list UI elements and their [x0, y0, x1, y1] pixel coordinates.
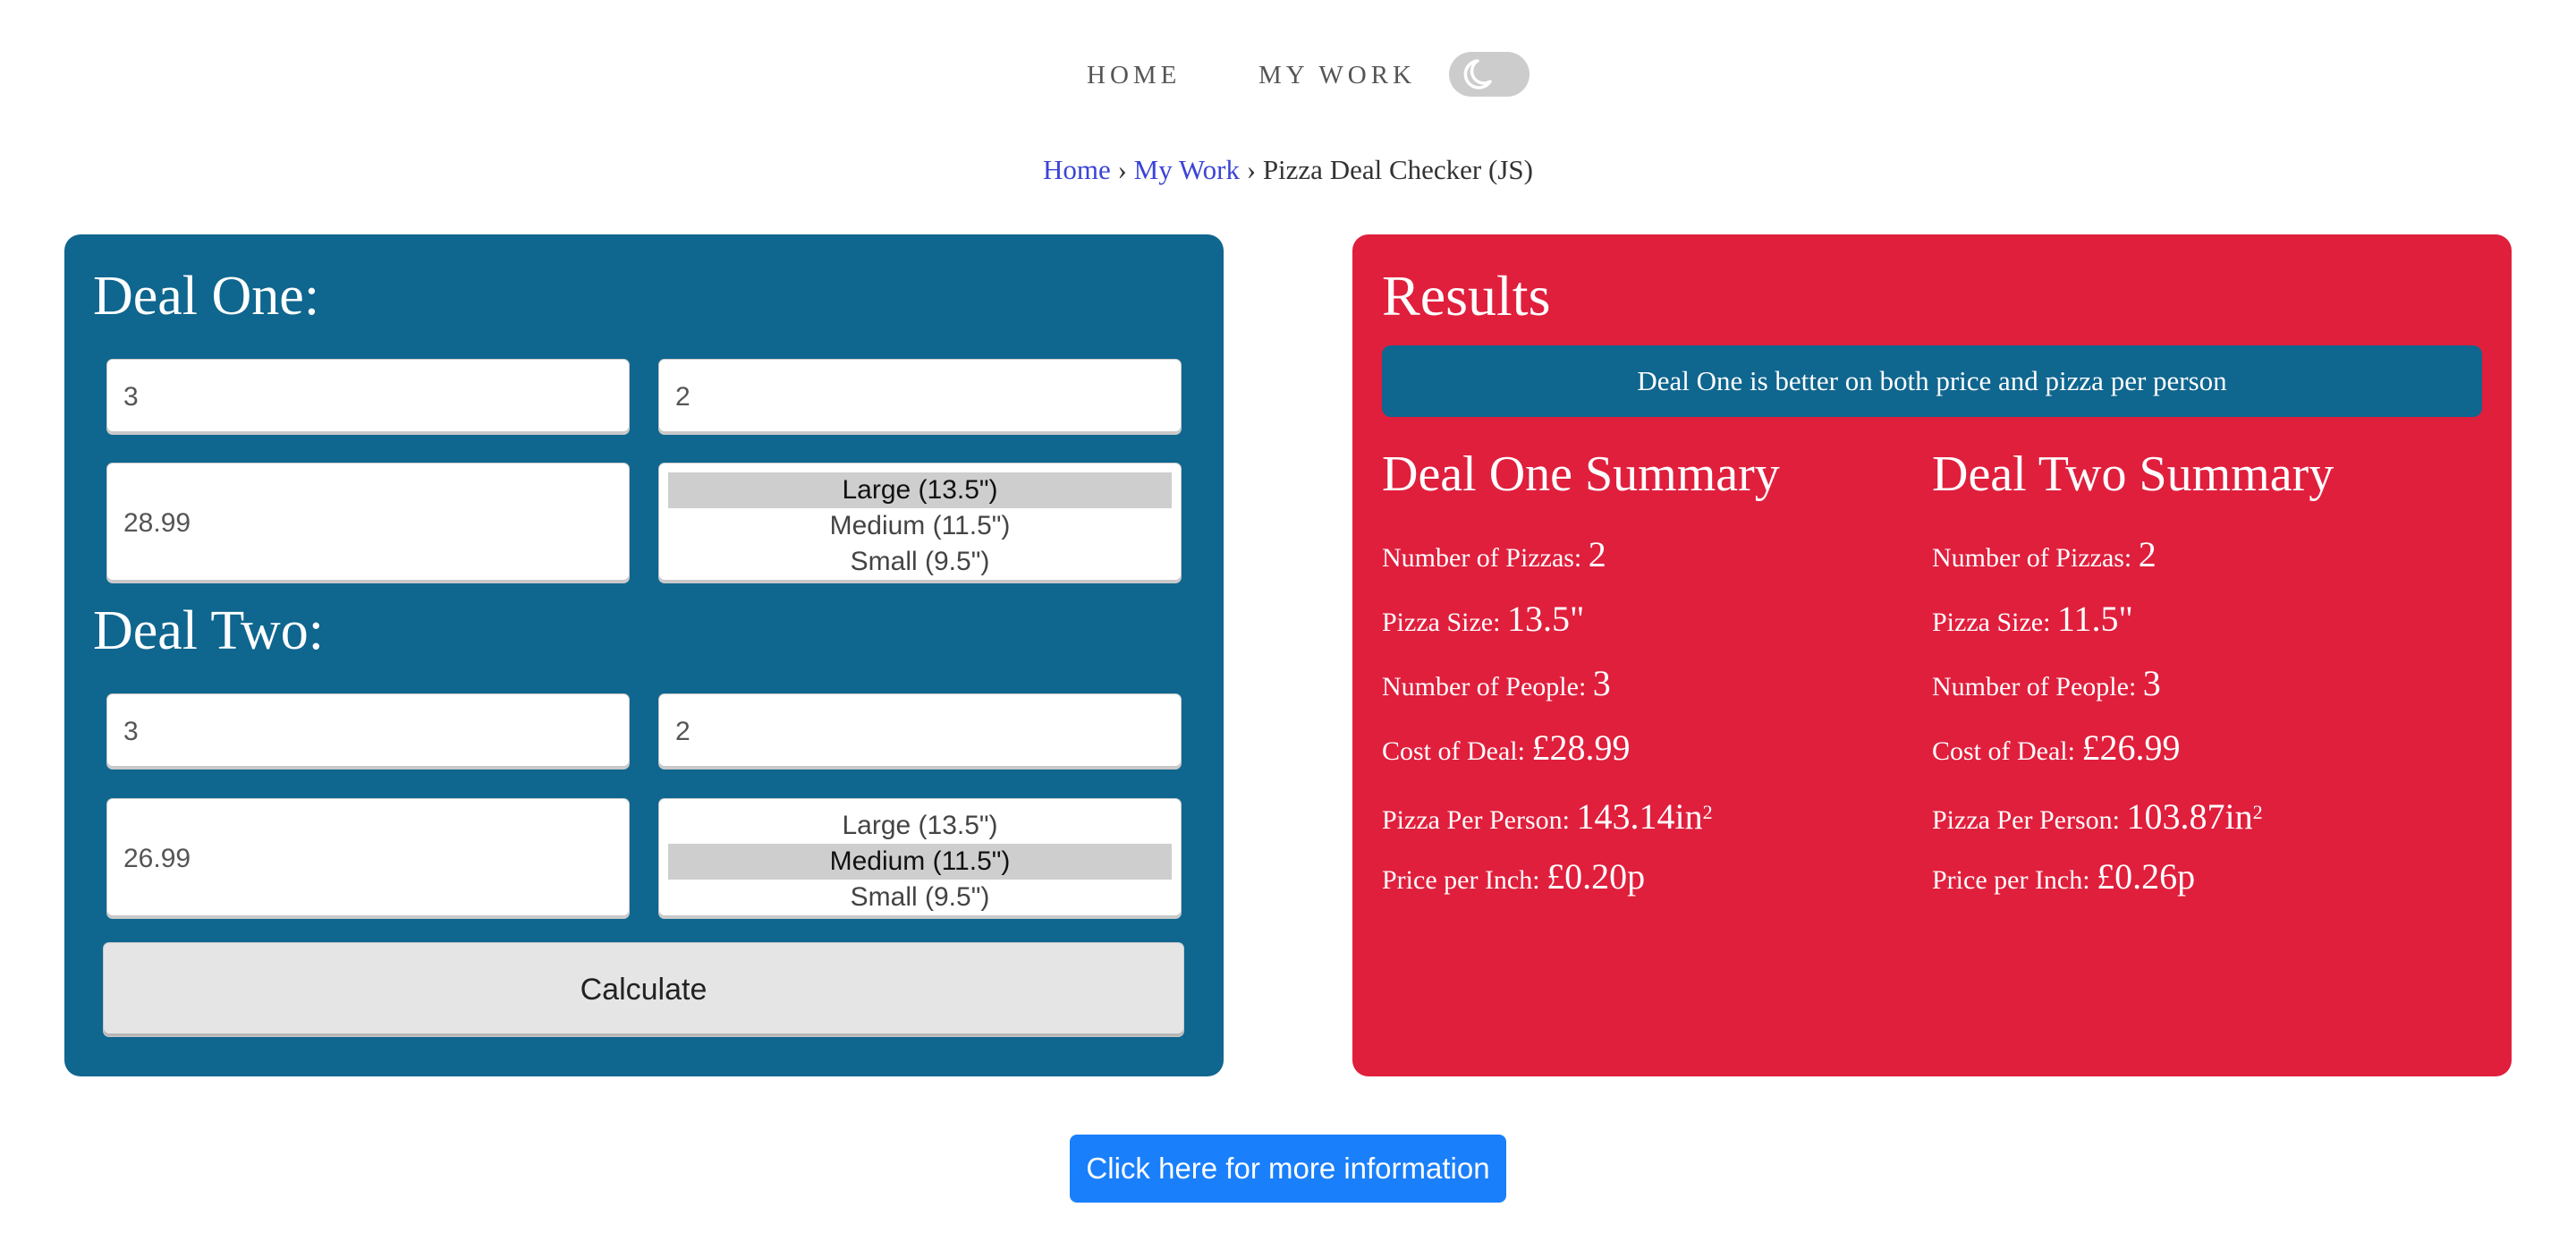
summary-item-value: 143.14in [1576, 796, 1703, 837]
summary-item-label: Number of People: [1382, 672, 1587, 702]
calculate-button[interactable]: Calculate [104, 943, 1183, 1036]
more-information-button[interactable]: Click here for more information [1070, 1135, 1506, 1203]
breadcrumb-home[interactable]: Home [1043, 154, 1111, 185]
size-option-small[interactable]: Small (9.5") [668, 544, 1172, 580]
deal-two-summary-heading: Deal Two Summary [1932, 446, 2334, 502]
deal-one-size-select[interactable]: Large (13.5") Medium (11.5") Small (9.5"… [659, 463, 1181, 582]
summary-item: Number of People: 3 [1932, 664, 2161, 707]
deal-two-pizzas-input[interactable] [659, 694, 1181, 769]
summary-item: Price per Inch: £0.20p [1382, 857, 1645, 900]
deal-one-pizzas-input[interactable] [659, 360, 1181, 434]
summary-item: Pizza Size: 13.5" [1382, 599, 1584, 642]
summary-item: Pizza Per Person: 103.87in2 [1932, 793, 2263, 840]
summary-item-label: Number of Pizzas: [1382, 543, 1582, 573]
size-option-medium[interactable]: Medium (11.5") [668, 844, 1172, 880]
summary-item: Pizza Per Person: 143.14in2 [1382, 793, 1713, 840]
summary-item-value: £26.99 [2081, 727, 2181, 768]
summary-item-value: 3 [1592, 663, 1611, 703]
deal-two-size-select[interactable]: Large (13.5") Medium (11.5") Small (9.5"… [659, 799, 1181, 918]
nav-my-work-link[interactable]: MY WORK [1258, 59, 1416, 91]
summary-item: Cost of Deal: £28.99 [1382, 728, 1630, 771]
deal-two-people-input[interactable] [107, 694, 629, 769]
breadcrumb: Home › My Work › Pizza Deal Checker (JS) [0, 152, 2576, 188]
deal-one-price-input[interactable] [107, 463, 629, 582]
summary-item-label: Cost of Deal: [1932, 736, 2075, 766]
summary-item: Price per Inch: £0.26p [1932, 857, 2195, 900]
summary-item-value: £0.20p [1546, 856, 1646, 897]
summary-item: Number of Pizzas: 2 [1932, 535, 2157, 578]
summary-item-value: £0.26p [2097, 856, 2196, 897]
summary-item-label: Pizza Per Person: [1932, 805, 2120, 835]
summary-item-superscript: 2 [1702, 801, 1713, 823]
summary-item-label: Pizza Per Person: [1382, 805, 1570, 835]
summary-item-label: Price per Inch: [1382, 865, 1540, 895]
summary-item-superscript: 2 [2252, 801, 2263, 823]
summary-item-label: Number of People: [1932, 672, 2137, 702]
summary-item-value: £28.99 [1531, 727, 1631, 768]
nav-home-link[interactable]: HOME [1087, 59, 1181, 91]
summary-item: Pizza Size: 11.5" [1932, 599, 2133, 642]
breadcrumb-current: Pizza Deal Checker (JS) [1262, 154, 1533, 185]
size-option-small[interactable]: Small (9.5") [668, 880, 1172, 915]
summary-item: Number of Pizzas: 2 [1382, 535, 1606, 578]
summary-item-value: 2 [2138, 534, 2157, 574]
deal-one-people-input[interactable] [107, 360, 629, 434]
deal-one-heading: Deal One: [93, 266, 320, 327]
summary-item: Number of People: 3 [1382, 664, 1611, 707]
summary-item-label: Number of Pizzas: [1932, 543, 2132, 573]
deal-two-heading: Deal Two: [93, 600, 324, 661]
size-option-medium[interactable]: Medium (11.5") [668, 508, 1172, 544]
summary-item-value: 3 [2142, 663, 2161, 703]
summary-item: Cost of Deal: £26.99 [1932, 728, 2180, 771]
breadcrumb-separator: › [1117, 154, 1127, 185]
summary-item-value: 2 [1588, 534, 1606, 574]
results-heading: Results [1382, 264, 1551, 327]
summary-item-label: Price per Inch: [1932, 865, 2090, 895]
summary-item-label: Cost of Deal: [1382, 736, 1525, 766]
breadcrumb-my-work[interactable]: My Work [1134, 154, 1240, 185]
verdict-banner: Deal One is better on both price and piz… [1382, 345, 2482, 417]
size-option-large[interactable]: Large (13.5") [668, 472, 1172, 508]
moon-icon [1463, 59, 1492, 89]
theme-toggle[interactable] [1449, 52, 1530, 97]
deal-one-summary-heading: Deal One Summary [1382, 446, 1780, 502]
breadcrumb-separator: › [1246, 154, 1257, 185]
deal-two-price-input[interactable] [107, 799, 629, 918]
summary-item-value: 103.87in [2126, 796, 2253, 837]
summary-item-label: Pizza Size: [1932, 608, 2051, 637]
summary-item-label: Pizza Size: [1382, 608, 1501, 637]
summary-item-value: 13.5" [1506, 599, 1585, 639]
size-option-large[interactable]: Large (13.5") [668, 808, 1172, 844]
summary-item-value: 11.5" [2056, 599, 2133, 639]
